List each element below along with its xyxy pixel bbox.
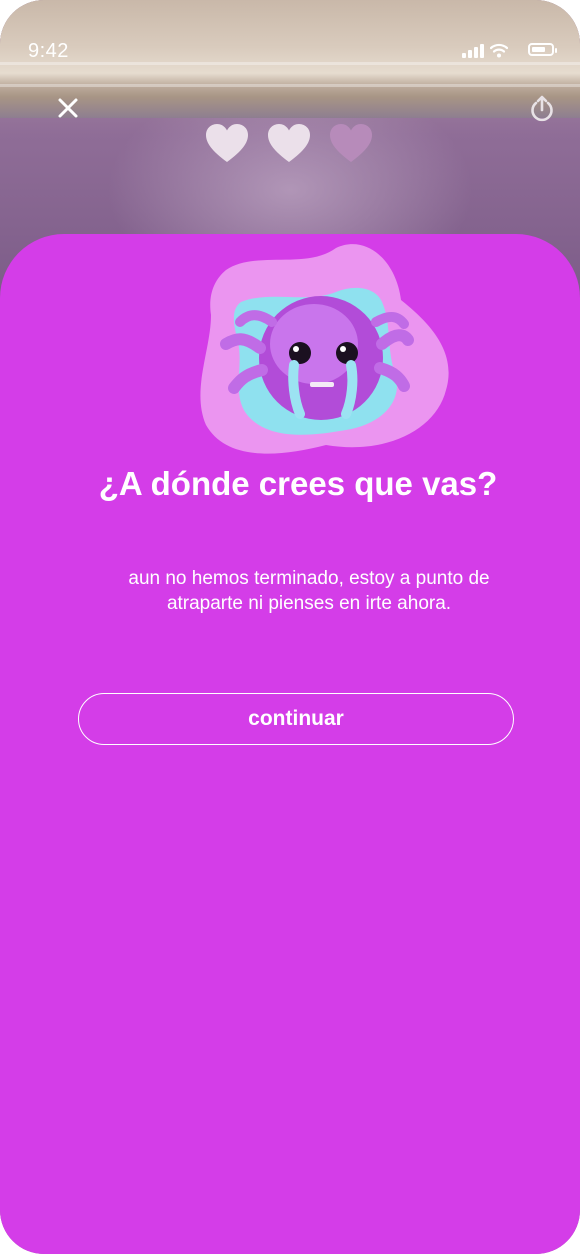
dialog-message: aun no hemos terminado, estoy a punto de… bbox=[128, 568, 490, 614]
lives-hearts bbox=[200, 122, 380, 168]
phone-screen: 9:42 ¿A dónde crees que vas? aun no hemo… bbox=[0, 0, 580, 1254]
close-icon bbox=[58, 98, 78, 118]
heart-full-icon bbox=[268, 124, 310, 162]
heart-full-icon bbox=[206, 124, 248, 162]
share-button[interactable] bbox=[528, 94, 556, 124]
continue-button[interactable]: continuar bbox=[78, 693, 514, 745]
crying-monster-sticker bbox=[200, 244, 449, 454]
signal-icon bbox=[462, 44, 484, 58]
heart-empty-icon bbox=[330, 124, 372, 162]
share-icon bbox=[531, 95, 553, 122]
status-bar: 9:42 bbox=[0, 0, 580, 100]
dialog-title: ¿A dónde crees que vas? bbox=[98, 465, 498, 502]
wifi-icon bbox=[490, 43, 508, 58]
status-time: 9:42 bbox=[28, 40, 69, 62]
battery-icon bbox=[528, 43, 557, 56]
close-button[interactable] bbox=[52, 92, 84, 124]
status-icons bbox=[450, 40, 560, 62]
